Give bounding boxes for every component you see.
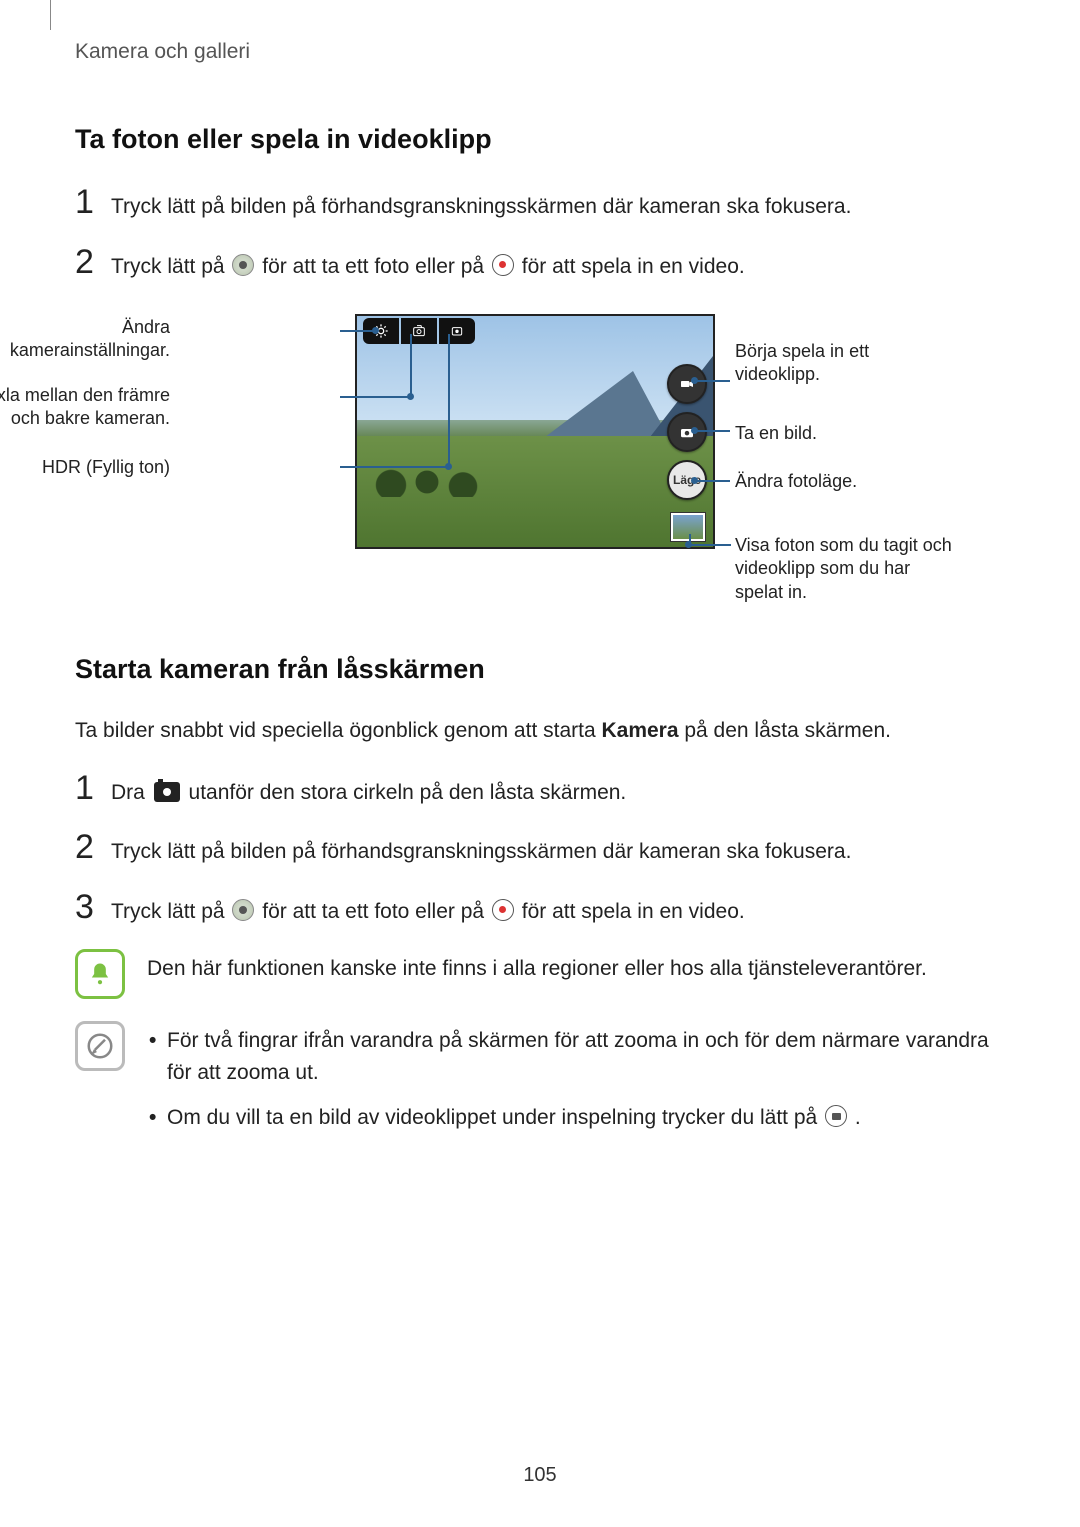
shutter-icon <box>232 899 254 921</box>
step-text: Tryck lätt på för att ta ett foto eller … <box>111 245 990 283</box>
callout-take-photo: Ta en bild. <box>735 422 935 445</box>
step-text-part: för att spela in en video. <box>522 900 745 923</box>
leader-line <box>695 430 730 432</box>
tip-text-part: Om du vill ta en bild av videoklippet un… <box>167 1106 823 1129</box>
camera-preview-screen: Läge <box>355 314 715 549</box>
step-2b: 2 Tryck lätt på bilden på förhandsgransk… <box>75 830 990 868</box>
leader-line <box>448 334 450 466</box>
page-edge-rule <box>50 0 51 30</box>
page-content: Kamera och galleri Ta foton eller spela … <box>0 0 1080 1210</box>
leader-line <box>689 534 691 546</box>
camera-ui-diagram: Läge Ändra kamerainställningar. Växla me… <box>75 304 990 614</box>
note-text: För två fingrar ifrån varandra på skärme… <box>147 1021 990 1148</box>
callout-settings: Ändra kamerainställningar. <box>0 316 170 363</box>
tip-item: Om du vill ta en bild av videoklippet un… <box>147 1102 990 1134</box>
step-text: Tryck lätt på bilden på förhandsgranskni… <box>111 830 990 868</box>
section-title-1: Ta foton eller spela in videoklipp <box>75 124 990 155</box>
tip-item: För två fingrar ifrån varandra på skärme… <box>147 1025 990 1088</box>
bell-icon <box>86 960 114 988</box>
hdr-icon <box>449 323 465 339</box>
lockscreen-camera-icon <box>154 782 180 802</box>
leader-line <box>340 396 410 398</box>
step-number: 1 <box>75 185 105 219</box>
intro-part: Ta bilder snabbt vid speciella ögonblick… <box>75 719 601 742</box>
step-text-part: Dra <box>111 781 151 804</box>
step-number: 3 <box>75 890 105 924</box>
step-text-part: för att ta ett foto eller på <box>262 900 490 923</box>
pencil-note-icon <box>85 1031 115 1061</box>
step-number: 2 <box>75 245 105 279</box>
step-text-part: Tryck lätt på <box>111 255 230 278</box>
step-text-part: utanför den stora cirkeln på den låsta s… <box>189 781 627 804</box>
leader-line <box>340 330 375 332</box>
callout-mode: Ändra fotoläge. <box>735 470 935 493</box>
step-2: 2 Tryck lätt på för att ta ett foto elle… <box>75 245 990 283</box>
step-number: 2 <box>75 830 105 864</box>
intro-paragraph: Ta bilder snabbt vid speciella ögonblick… <box>75 715 990 747</box>
hdr-button[interactable] <box>439 318 475 344</box>
alert-icon <box>75 949 125 999</box>
gallery-thumbnail-button[interactable] <box>671 513 705 541</box>
tips-list: För två fingrar ifrån varandra på skärme… <box>147 1025 990 1134</box>
take-photo-button[interactable] <box>667 412 707 452</box>
region-note: Den här funktionen kanske inte finns i a… <box>75 949 990 999</box>
tip-icon <box>75 1021 125 1071</box>
step-number: 1 <box>75 771 105 805</box>
leader-line <box>695 380 730 382</box>
step-text: Dra utanför den stora cirkeln på den lås… <box>111 771 990 809</box>
capture-during-video-icon <box>825 1105 847 1127</box>
page-number: 105 <box>0 1464 1080 1487</box>
section-title-2: Starta kameran från låsskärmen <box>75 654 990 685</box>
callout-gallery: Visa foton som du tagit och videoklipp s… <box>735 534 955 604</box>
step-3b: 3 Tryck lätt på för att ta ett foto elle… <box>75 890 990 928</box>
step-text-part: för att ta ett foto eller på <box>262 255 490 278</box>
step-1: 1 Tryck lätt på bilden på förhandsgransk… <box>75 185 990 223</box>
tip-text-part: . <box>855 1106 861 1129</box>
intro-part: på den låsta skärmen. <box>679 719 891 742</box>
leader-line <box>689 544 731 546</box>
step-text: Tryck lätt på för att ta ett foto eller … <box>111 890 990 928</box>
record-icon <box>492 899 514 921</box>
leader-line <box>695 480 730 482</box>
step-text-part: för att spela in en video. <box>522 255 745 278</box>
callout-switch-camera: Växla mellan den främre och bakre kamera… <box>0 384 170 431</box>
step-1b: 1 Dra utanför den stora cirkeln på den l… <box>75 771 990 809</box>
step-text-part: Tryck lätt på <box>111 900 230 923</box>
preview-trees <box>367 467 487 497</box>
callout-hdr: HDR (Fyllig ton) <box>0 456 170 479</box>
tips-note: För två fingrar ifrån varandra på skärme… <box>75 1021 990 1148</box>
record-video-button[interactable] <box>667 364 707 404</box>
record-icon <box>492 254 514 276</box>
leader-line <box>340 466 448 468</box>
intro-strong: Kamera <box>601 719 678 742</box>
step-text: Tryck lätt på bilden på förhandsgranskni… <box>111 185 990 223</box>
switch-camera-button[interactable] <box>401 318 437 344</box>
note-text: Den här funktionen kanske inte finns i a… <box>147 949 990 985</box>
leader-line <box>410 334 412 396</box>
shutter-icon <box>232 254 254 276</box>
callout-record: Börja spela in ett videoklipp. <box>735 340 935 387</box>
breadcrumb: Kamera och galleri <box>75 40 990 64</box>
switch-camera-icon <box>411 323 427 339</box>
